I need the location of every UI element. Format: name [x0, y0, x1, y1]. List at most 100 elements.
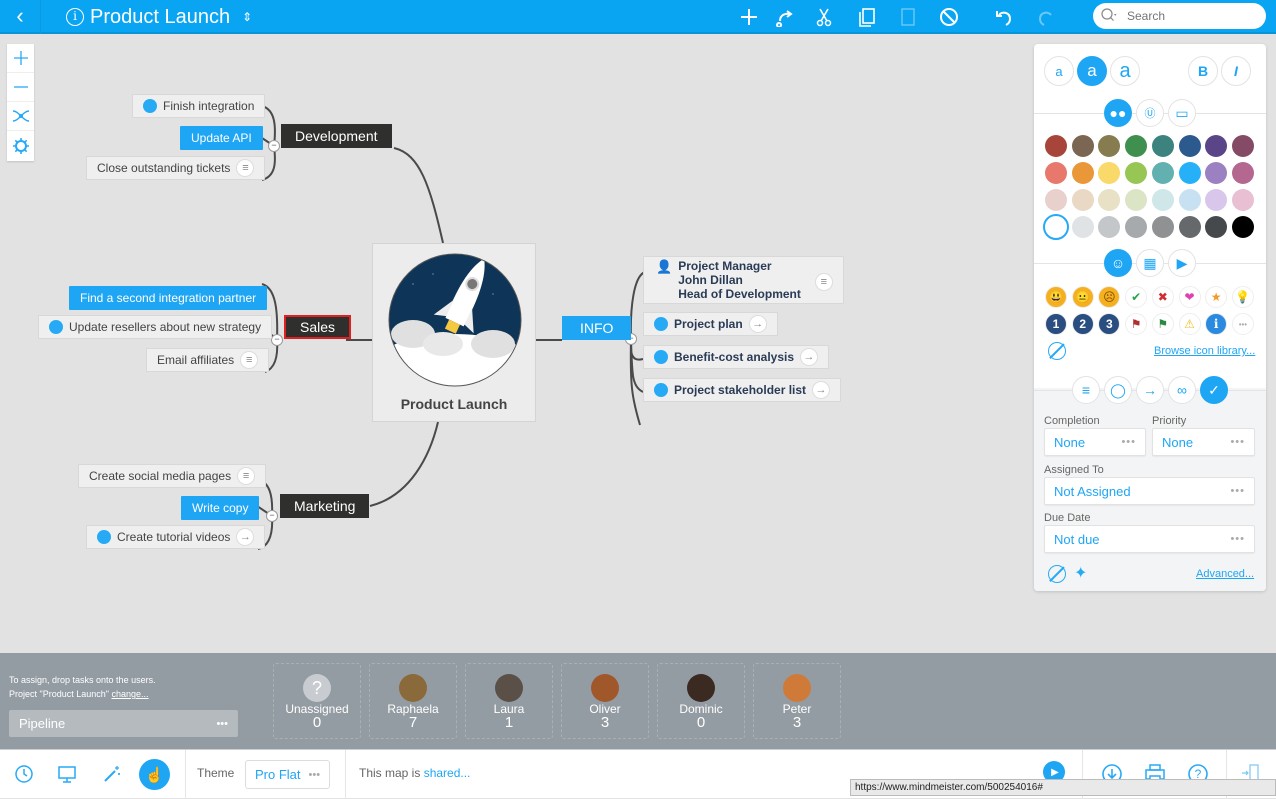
user-drop-target[interactable]: Laura 1 [465, 663, 553, 739]
number-1-icon[interactable]: 1 [1045, 313, 1067, 335]
search-input[interactable] [1127, 9, 1247, 23]
link-arrow-icon[interactable]: → [800, 348, 819, 366]
user-drop-target[interactable]: ? Unassigned 0 [273, 663, 361, 739]
color-swatch[interactable] [1045, 162, 1067, 184]
tab-shape[interactable]: ▭ [1168, 99, 1196, 127]
number-2-icon[interactable]: 2 [1071, 313, 1094, 335]
tab-emoji[interactable]: ☺ [1104, 249, 1132, 277]
add-node-button[interactable] [735, 3, 763, 31]
task-email-affiliates[interactable]: Email affiliates ≡ [146, 348, 270, 372]
branch-development[interactable]: Development [281, 124, 392, 148]
font-size-small-button[interactable]: a [1044, 56, 1074, 86]
tab-video[interactable]: ▶ [1168, 249, 1196, 277]
link-arrow-icon[interactable]: → [236, 528, 255, 546]
font-size-large-button[interactable]: a [1110, 56, 1140, 86]
branch-info[interactable]: INFO [562, 316, 632, 340]
smiley-icon[interactable]: 😃 [1045, 286, 1067, 308]
collapse-toggle-marketing[interactable]: − [266, 510, 278, 522]
change-project-link[interactable]: change... [111, 689, 148, 699]
tab-comment[interactable]: ◯ [1104, 376, 1132, 404]
task-close-tickets[interactable]: Close outstanding tickets ≡ [86, 156, 266, 180]
connect-button[interactable] [770, 3, 798, 31]
number-3-icon[interactable]: 3 [1098, 313, 1121, 335]
note-icon[interactable]: ≡ [236, 159, 255, 177]
color-swatch[interactable] [1151, 162, 1174, 184]
delete-button[interactable] [935, 3, 963, 31]
tab-fill-color[interactable]: ●● [1104, 99, 1132, 127]
user-drop-target[interactable]: Oliver 3 [561, 663, 649, 739]
color-swatch[interactable] [1125, 216, 1148, 238]
magic-wand-button[interactable]: ✦ [1074, 563, 1087, 583]
tab-image[interactable]: ▦ [1136, 249, 1164, 277]
warning-icon[interactable]: ⚠ [1178, 313, 1201, 335]
search-box[interactable] [1093, 3, 1266, 29]
green-flag-icon[interactable]: ⚑ [1151, 313, 1174, 335]
color-swatch[interactable] [1043, 214, 1069, 240]
heart-icon[interactable]: ❤ [1178, 286, 1201, 308]
color-swatch[interactable] [1125, 162, 1148, 184]
task-find-partner[interactable]: Find a second integration partner [69, 286, 268, 310]
magic-button[interactable] [100, 762, 124, 786]
tab-text-color[interactable]: Ⓤ [1136, 99, 1164, 127]
color-swatch[interactable] [1151, 216, 1174, 238]
font-size-medium-button[interactable]: a [1077, 56, 1107, 86]
italic-button[interactable]: I [1221, 56, 1251, 86]
color-swatch[interactable] [1231, 135, 1254, 157]
task-update-api[interactable]: Update API [180, 126, 263, 150]
note-icon[interactable]: ≡ [237, 467, 256, 485]
task-update-resellers[interactable]: Update resellers about new strategy [38, 315, 273, 339]
color-swatch[interactable] [1178, 135, 1201, 157]
advanced-link[interactable]: Advanced... [1196, 568, 1254, 580]
task-social-media[interactable]: Create social media pages ≡ [78, 464, 267, 488]
cut-button[interactable] [810, 3, 838, 31]
map-title-selector[interactable]: i Product Launch ⇕ [66, 3, 252, 31]
bold-button[interactable]: B [1188, 56, 1218, 86]
lightbulb-icon[interactable]: 💡 [1231, 286, 1254, 308]
back-button[interactable]: ‹ [8, 4, 32, 28]
color-swatch[interactable] [1045, 189, 1067, 211]
neutral-face-icon[interactable]: 😐 [1071, 286, 1094, 308]
user-drop-target[interactable]: Raphaela 7 [369, 663, 457, 739]
color-swatch[interactable] [1178, 189, 1201, 211]
color-swatch[interactable] [1125, 189, 1148, 211]
paste-button[interactable] [894, 3, 922, 31]
tab-task[interactable]: ✓ [1200, 376, 1228, 404]
color-swatch[interactable] [1178, 162, 1201, 184]
color-swatch[interactable] [1098, 162, 1121, 184]
task-project-plan[interactable]: Project plan → [643, 312, 778, 336]
color-swatch[interactable] [1205, 189, 1228, 211]
pointer-tool-button[interactable]: ☝ [139, 759, 170, 790]
checkmark-icon[interactable]: ✔ [1125, 286, 1148, 308]
pipeline-select[interactable]: Pipeline ••• [9, 710, 238, 737]
tab-attachment[interactable]: ∞ [1168, 376, 1196, 404]
branch-marketing[interactable]: Marketing [280, 494, 370, 518]
link-arrow-icon[interactable]: → [748, 315, 767, 333]
color-swatch[interactable] [1071, 135, 1094, 157]
color-swatch[interactable] [1231, 162, 1254, 184]
task-tutorial-videos[interactable]: Create tutorial videos → [86, 525, 266, 549]
color-swatch[interactable] [1045, 135, 1067, 157]
tab-link[interactable]: → [1136, 376, 1164, 404]
color-swatch[interactable] [1071, 162, 1094, 184]
history-button[interactable] [12, 762, 36, 786]
color-swatch[interactable] [1151, 135, 1174, 157]
color-swatch[interactable] [1205, 216, 1228, 238]
browse-icon-library-link[interactable]: Browse icon library... [1154, 345, 1255, 357]
color-swatch[interactable] [1071, 189, 1094, 211]
shared-link[interactable]: shared... [424, 766, 471, 780]
assigned-to-field[interactable]: Not Assigned ••• [1044, 477, 1255, 505]
color-swatch[interactable] [1231, 189, 1254, 211]
copy-button[interactable] [853, 3, 881, 31]
color-swatch[interactable] [1205, 135, 1228, 157]
more-icons-button[interactable]: ••• [1231, 313, 1254, 335]
redo-button[interactable] [1032, 3, 1060, 31]
task-project-manager[interactable]: 👤 Project Manager John Dillan Head of Deve… [643, 256, 844, 304]
info-icon[interactable]: i [1205, 313, 1228, 335]
user-drop-target[interactable]: Dominic 0 [657, 663, 745, 739]
color-swatch[interactable] [1231, 216, 1254, 238]
central-topic[interactable]: Product Launch [372, 243, 536, 422]
note-icon[interactable]: ≡ [814, 273, 833, 291]
star-icon[interactable]: ★ [1205, 286, 1228, 308]
cross-icon[interactable]: ✖ [1151, 286, 1174, 308]
task-write-copy[interactable]: Write copy [181, 496, 260, 520]
